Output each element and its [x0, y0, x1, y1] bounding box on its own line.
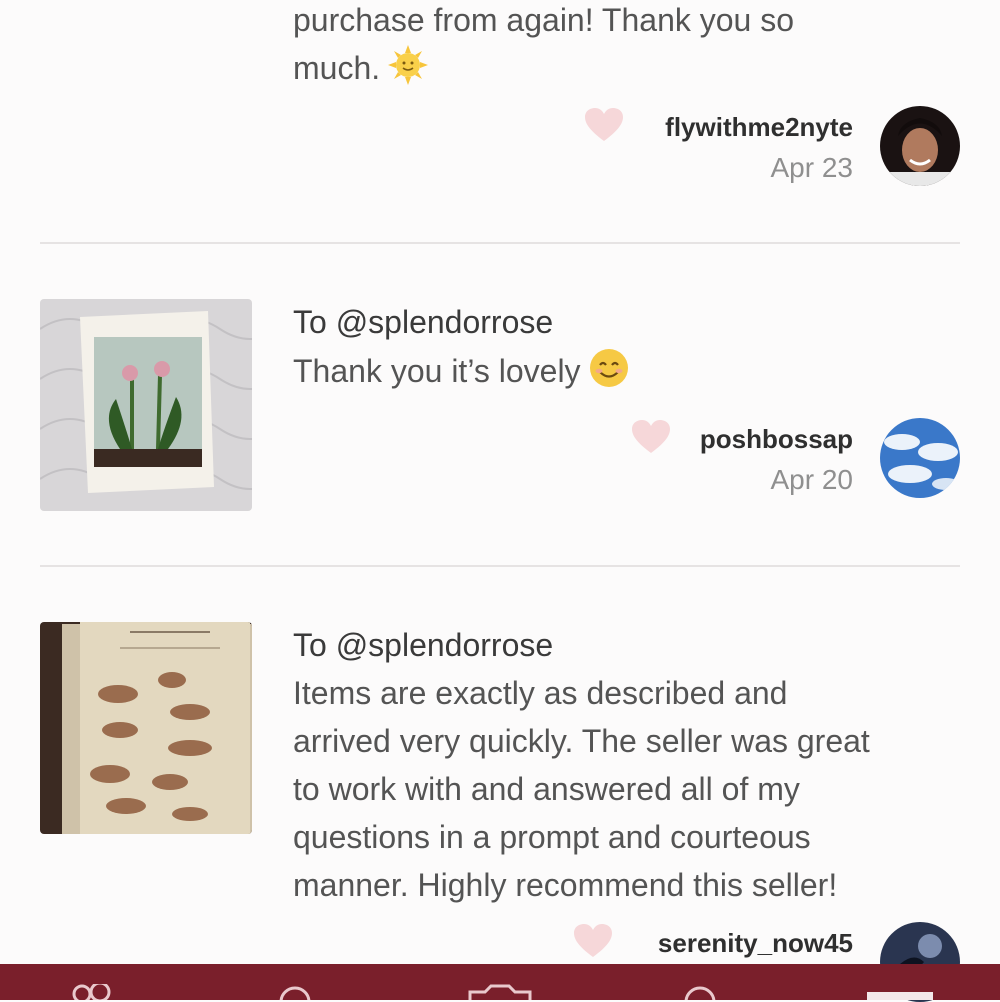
news-icon[interactable]: [675, 984, 725, 1000]
review-text-line: manner. Highly recommend this seller!: [293, 867, 838, 903]
bottom-nav-bar: [0, 964, 1000, 1000]
divider: [40, 565, 960, 567]
reviewer-avatar[interactable]: [880, 418, 960, 498]
reviewer-username[interactable]: flywithme2nyte: [600, 112, 853, 143]
review-date: Apr 20: [770, 464, 854, 495]
review-1-text: purchase from again! Thank you so much.: [293, 0, 973, 92]
review-text-line: Items are exactly as described and: [293, 675, 788, 711]
divider: [40, 242, 960, 244]
smiling-face-emoji-icon: [589, 348, 629, 388]
review-recipient: To @splendorrose: [293, 304, 554, 340]
community-icon[interactable]: [60, 984, 130, 1000]
review-text: Thank you it’s lovely: [293, 347, 953, 395]
review-1-text-line: much.: [293, 44, 973, 92]
reviewer-username[interactable]: serenity_now45: [590, 928, 853, 959]
review-text-content: Thank you it’s lovely: [293, 353, 581, 389]
review-text-line: to work with and answered all of my: [293, 771, 800, 807]
listing-thumbnail[interactable]: [40, 622, 252, 834]
review-recipient: To @splendorrose: [293, 627, 554, 663]
account-icon[interactable]: [865, 990, 935, 1000]
listing-thumbnail[interactable]: [40, 299, 252, 511]
review-text-line: arrived very quickly. The seller was gre…: [293, 723, 870, 759]
sun-emoji-icon: [388, 45, 429, 85]
search-icon[interactable]: [270, 984, 320, 1000]
review-text: Items are exactly as described and arriv…: [293, 669, 973, 909]
reviewer-username[interactable]: poshbossap: [640, 424, 853, 455]
review-text-line: questions in a prompt and courteous: [293, 819, 811, 855]
reviewer-avatar[interactable]: [880, 106, 960, 186]
camera-icon[interactable]: [465, 984, 535, 1000]
review-1-text-line: purchase from again! Thank you so: [293, 2, 795, 38]
review-date: Apr 23: [770, 152, 854, 183]
